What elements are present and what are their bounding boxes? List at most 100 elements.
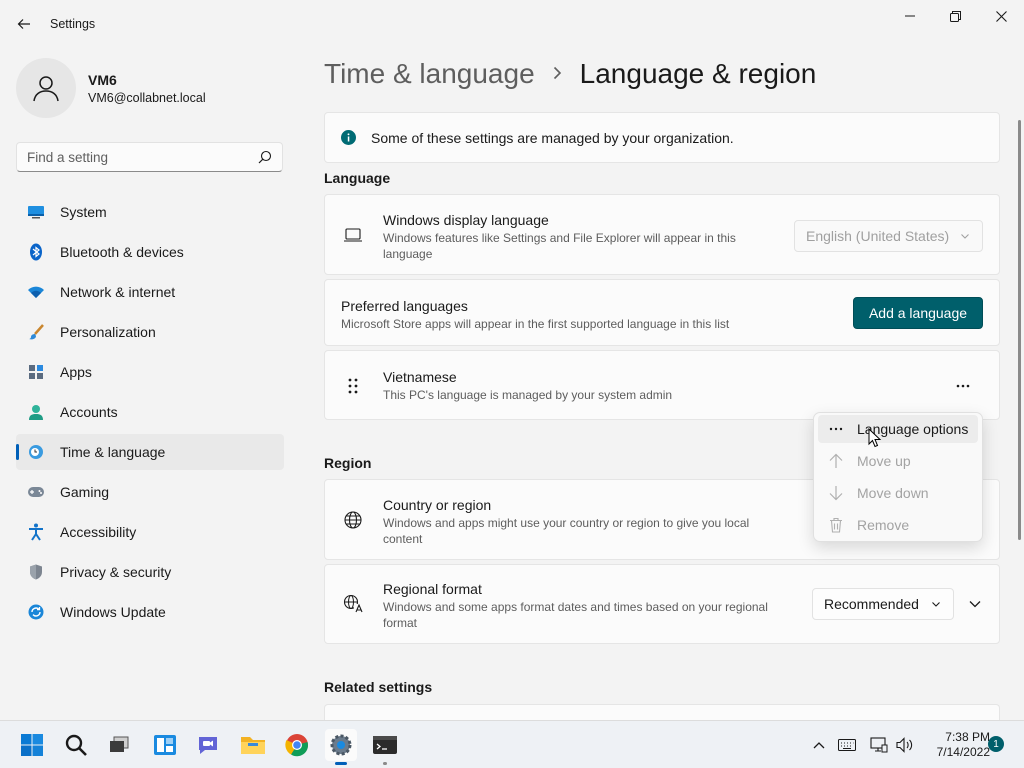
- sidebar-item-apps[interactable]: Apps: [16, 354, 284, 390]
- chat-icon: [199, 737, 217, 754]
- volume-tray-button[interactable]: [892, 729, 918, 761]
- sidebar-item-accessibility[interactable]: Accessibility: [16, 514, 284, 550]
- vietnamese-desc: This PC's language is managed by your sy…: [383, 388, 673, 402]
- display-language-title: Windows display language: [383, 212, 549, 228]
- widgets-button[interactable]: [149, 729, 181, 761]
- input-indicator-button[interactable]: [834, 729, 860, 761]
- sidebar-item-windows-update[interactable]: Windows Update: [16, 594, 284, 630]
- search-icon[interactable]: [258, 150, 272, 164]
- managed-by-org-banner: Some of these settings are managed by yo…: [324, 112, 1000, 163]
- network-tray-button[interactable]: [866, 729, 892, 761]
- accessibility-icon: [27, 523, 45, 541]
- more-horizontal-icon: [828, 421, 844, 437]
- file-explorer-button[interactable]: [237, 729, 269, 761]
- arrow-up-icon: [828, 453, 844, 469]
- language-section-title: Language: [324, 170, 391, 186]
- gear-icon: [330, 734, 352, 756]
- maximize-button[interactable]: [932, 4, 978, 28]
- chevron-down-icon: [961, 234, 969, 239]
- app-title: Settings: [50, 17, 96, 31]
- chrome-button[interactable]: [281, 729, 313, 761]
- preferred-languages-row: Preferred languages Microsoft Store apps…: [324, 279, 1000, 346]
- search-input[interactable]: [17, 143, 247, 171]
- terminal-button[interactable]: [369, 729, 401, 765]
- add-language-button[interactable]: Add a language: [853, 297, 983, 329]
- system-icon: [27, 203, 45, 221]
- minimize-icon: [905, 15, 915, 17]
- vietnamese-title: Vietnamese: [383, 369, 457, 385]
- taskbar-search-button[interactable]: [60, 729, 92, 761]
- language-format-icon: [343, 594, 364, 613]
- laptop-icon: [344, 228, 362, 242]
- related-settings-card[interactable]: [324, 704, 1000, 720]
- scrollbar[interactable]: [1018, 120, 1021, 540]
- menu-item-remove[interactable]: Remove: [818, 511, 978, 539]
- gamepad-icon: [27, 483, 45, 501]
- chevron-right-icon: [553, 66, 561, 79]
- chevron-down-icon: [932, 602, 940, 607]
- task-view-button[interactable]: [103, 729, 135, 761]
- region-section-title: Region: [324, 455, 372, 471]
- language-item-vietnamese: Vietnamese This PC's language is managed…: [324, 350, 1000, 420]
- display-language-dropdown[interactable]: English (United States): [794, 220, 983, 252]
- expand-regional-format-button[interactable]: [962, 590, 988, 618]
- breadcrumb-separator: [553, 63, 562, 86]
- avatar: [16, 58, 76, 118]
- close-icon: [995, 10, 1007, 22]
- globe-icon: [344, 511, 362, 529]
- start-button[interactable]: [16, 729, 48, 761]
- clock-globe-icon: [27, 443, 45, 461]
- clock-date: 7/14/2022: [936, 745, 990, 759]
- sidebar-item-bluetooth[interactable]: Bluetooth & devices: [16, 234, 284, 270]
- preferred-languages-desc: Microsoft Store apps will appear in the …: [341, 317, 730, 331]
- sidebar-item-network[interactable]: Network & internet: [16, 274, 284, 310]
- person-avatar-icon: [33, 76, 59, 102]
- preferred-languages-title: Preferred languages: [341, 298, 468, 314]
- menu-item-move-up[interactable]: Move up: [818, 447, 978, 475]
- active-app-indicator: [335, 762, 347, 765]
- menu-item-language-options[interactable]: Language options: [818, 415, 978, 443]
- settings-taskbar-button[interactable]: [325, 729, 357, 765]
- taskbar: 7:38 PM 7/14/2022: [0, 720, 1024, 768]
- minimize-button[interactable]: [887, 4, 933, 28]
- breadcrumb: Time & language Language & region: [324, 58, 816, 90]
- show-hidden-icons-button[interactable]: [806, 729, 832, 761]
- regional-format-title: Regional format: [383, 581, 482, 597]
- widgets-icon: [154, 735, 176, 755]
- regional-format-dropdown[interactable]: Recommended: [812, 588, 954, 620]
- info-icon: [341, 130, 356, 145]
- sidebar-item-gaming[interactable]: Gaming: [16, 474, 284, 510]
- close-button[interactable]: [978, 4, 1024, 28]
- bluetooth-icon: [27, 243, 45, 261]
- related-settings-title: Related settings: [324, 679, 433, 695]
- arrow-down-icon: [828, 485, 844, 501]
- sidebar-item-time-language[interactable]: Time & language: [16, 434, 284, 470]
- more-horizontal-icon: [956, 384, 970, 388]
- user-profile[interactable]: VM6 VM6@collabnet.local: [16, 58, 206, 118]
- back-button[interactable]: [10, 10, 38, 38]
- clock-time: 7:38 PM: [945, 730, 990, 744]
- chevron-up-icon: [813, 742, 825, 749]
- sidebar-item-personalization[interactable]: Personalization: [16, 314, 284, 350]
- chrome-icon: [285, 734, 309, 757]
- sidebar-nav: System Bluetooth & devices Network & int…: [16, 194, 284, 634]
- brush-icon: [27, 323, 45, 341]
- notification-badge[interactable]: 1: [988, 736, 1004, 752]
- menu-item-move-down[interactable]: Move down: [818, 479, 978, 507]
- drag-handle-icon[interactable]: [347, 377, 359, 395]
- title-bar: Settings: [0, 0, 1024, 48]
- sidebar-item-accounts[interactable]: Accounts: [16, 394, 284, 430]
- regional-format-desc: Windows and some apps format dates and t…: [383, 600, 768, 630]
- sidebar-item-system[interactable]: System: [16, 194, 284, 230]
- restore-icon: [949, 10, 961, 22]
- person-icon: [27, 403, 45, 421]
- teams-chat-button[interactable]: [192, 729, 224, 761]
- breadcrumb-parent-link[interactable]: Time & language: [324, 58, 535, 90]
- sidebar-item-privacy[interactable]: Privacy & security: [16, 554, 284, 590]
- country-region-title: Country or region: [383, 497, 492, 513]
- more-options-button[interactable]: [949, 375, 977, 397]
- search-box: [16, 142, 283, 172]
- shield-icon: [27, 563, 45, 581]
- country-region-desc: Windows and apps might use your country …: [383, 516, 750, 546]
- taskbar-clock[interactable]: 7:38 PM 7/14/2022: [920, 730, 990, 760]
